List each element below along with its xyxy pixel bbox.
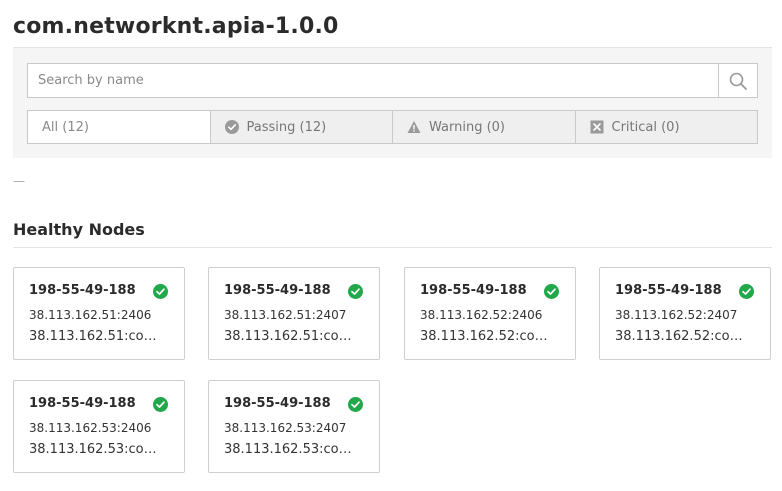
node-service-id: 38.113.162.53:com.networknt.apia-1.0.0 xyxy=(224,442,364,457)
critical-x-icon xyxy=(590,120,604,134)
node-address: 38.113.162.53:2407 xyxy=(224,421,347,435)
node-name: 198-55-49-188 xyxy=(29,283,136,298)
node-name: 198-55-49-188 xyxy=(29,396,136,411)
search-icon xyxy=(729,72,747,90)
warning-triangle-icon xyxy=(407,120,421,134)
check-circle-icon xyxy=(544,284,559,299)
check-circle-icon xyxy=(153,397,168,412)
check-circle-icon xyxy=(153,284,168,299)
node-name: 198-55-49-188 xyxy=(615,283,722,298)
node-card[interactable]: 198-55-49-188 38.113.162.53:2406 38.113.… xyxy=(13,380,185,473)
node-service-id: 38.113.162.52:com.networknt.apia-1.0.0 xyxy=(420,329,560,344)
node-service-id: 38.113.162.51:com.networknt.apia-1.0.0 xyxy=(224,329,364,344)
node-name: 198-55-49-188 xyxy=(224,396,331,411)
search-box xyxy=(27,63,758,98)
search-button[interactable] xyxy=(718,64,757,97)
node-card[interactable]: 198-55-49-188 38.113.162.51:2406 38.113.… xyxy=(13,267,185,360)
node-address: 38.113.162.52:2406 xyxy=(420,308,543,322)
tab-passing[interactable]: Passing (12) xyxy=(209,111,393,143)
node-address: 38.113.162.51:2406 xyxy=(29,308,152,322)
check-circle-icon xyxy=(348,397,363,412)
tab-all[interactable]: All (12) xyxy=(28,111,210,143)
node-card[interactable]: 198-55-49-188 38.113.162.52:2406 38.113.… xyxy=(404,267,576,360)
tab-critical-label: Critical (0) xyxy=(611,119,680,135)
node-card[interactable]: 198-55-49-188 38.113.162.52:2407 38.113.… xyxy=(599,267,771,360)
node-service-id: 38.113.162.52:com.networknt.apia-1.0.0 xyxy=(615,329,755,344)
node-service-id: 38.113.162.53:com.networknt.apia-1.0.0 xyxy=(29,442,169,457)
check-circle-icon xyxy=(739,284,754,299)
node-card[interactable]: 198-55-49-188 38.113.162.53:2407 38.113.… xyxy=(208,380,380,473)
node-card[interactable]: 198-55-49-188 38.113.162.51:2407 38.113.… xyxy=(208,267,380,360)
tab-all-label: All (12) xyxy=(42,119,89,135)
tab-warning-label: Warning (0) xyxy=(429,119,505,135)
node-address: 38.113.162.52:2407 xyxy=(615,308,738,322)
node-service-id: 38.113.162.51:com.networknt.apia-1.0.0 xyxy=(29,329,169,344)
page-title: com.networknt.apia-1.0.0 xyxy=(13,14,339,39)
tab-passing-label: Passing (12) xyxy=(246,119,327,135)
healthy-nodes-heading: Healthy Nodes xyxy=(13,220,145,239)
status-filter-tabs: All (12) Passing (12) Warning (0) Critic… xyxy=(27,110,758,144)
node-address: 38.113.162.53:2406 xyxy=(29,421,152,435)
separator-dash: — xyxy=(13,174,25,188)
node-address: 38.113.162.51:2407 xyxy=(224,308,347,322)
check-circle-icon xyxy=(224,120,239,134)
node-name: 198-55-49-188 xyxy=(224,283,331,298)
filter-panel: All (12) Passing (12) Warning (0) xyxy=(13,47,772,158)
tab-warning[interactable]: Warning (0) xyxy=(392,111,575,143)
tab-critical[interactable]: Critical (0) xyxy=(574,111,758,143)
section-divider xyxy=(13,247,772,248)
check-circle-icon xyxy=(348,284,363,299)
node-name: 198-55-49-188 xyxy=(420,283,527,298)
search-input[interactable] xyxy=(28,64,719,97)
